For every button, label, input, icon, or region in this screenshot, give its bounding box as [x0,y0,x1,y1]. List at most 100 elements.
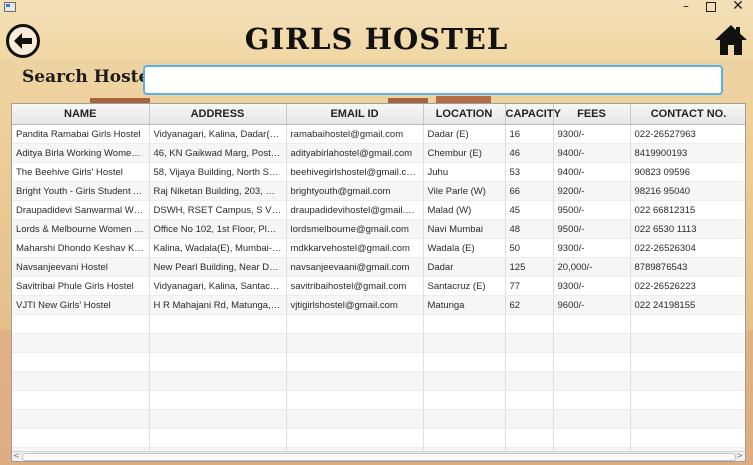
empty-cell [630,314,745,334]
empty-cell [553,314,631,334]
empty-cell [423,409,506,429]
table-row[interactable]: Aditya Birla Working Womens ... 46, KN Ga… [12,143,745,163]
cell-address: 58, Vijaya Building, North Sout... [149,162,287,182]
column-header-location[interactable]: LOCATION [423,104,506,125]
cell-fees: 20,000/- [553,257,631,277]
empty-cell [286,314,424,334]
empty-cell [149,428,287,448]
cell-name: Pandita Ramabai Girls Hostel [12,124,150,144]
cell-contact: 90823 09596 [630,162,745,182]
empty-cell [423,333,506,353]
cell-fees: 9600/- [553,295,631,315]
cell-name: Aditya Birla Working Womens ... [12,143,150,163]
empty-cell [505,390,554,410]
cell-capacity: 53 [505,162,554,182]
cell-capacity: 45 [505,200,554,220]
cell-fees: 9300/- [553,238,631,258]
cell-name: Lords & Melbourne Women H... [12,219,150,239]
cell-fees: 9400/- [553,143,631,163]
cell-fees: 9400/- [553,162,631,182]
empty-cell [286,352,424,372]
empty-cell [149,333,287,353]
cell-email: ramabaihostel@gmail.com [286,124,424,144]
table-row[interactable]: Maharshi Dhondo Keshav Karv... Kalina, Wa… [12,238,745,258]
empty-cell [12,371,150,391]
maximize-icon [706,2,716,12]
home-button[interactable] [713,22,749,58]
cell-name: Savitribai Phule Girls Hostel [12,276,150,296]
cell-contact: 98216 95040 [630,181,745,201]
cell-address: Office No 102, 1st Floor, Plot ... [149,219,287,239]
cell-address: New Pearl Building, Near Dada... [149,257,287,277]
column-header-fees[interactable]: FEES [553,104,631,125]
cell-contact: 022-26526223 [630,276,745,296]
table-row[interactable]: Draupadidevi Sanwarmal Wom... DSWH, RSET … [12,200,745,220]
cell-address: Vidyanagari, Kalina, Dadar(E), ... [149,124,287,144]
cell-capacity: 16 [505,124,554,144]
cell-capacity: 62 [505,295,554,315]
empty-cell [12,314,150,334]
table-row[interactable]: The Beehive Girls' Hostel 58, Vijaya Buil… [12,162,745,182]
empty-cell [12,428,150,448]
table-row[interactable]: Lords & Melbourne Women H... Office No 10… [12,219,745,239]
empty-cell [630,352,745,372]
empty-cell [149,390,287,410]
empty-cell [12,390,150,410]
cell-fees: 9500/- [553,200,631,220]
empty-cell [149,409,287,429]
cell-contact: 022 66812315 [630,200,745,220]
cell-email: mdkkarvehostel@gmail.com [286,238,424,258]
table-row[interactable]: Pandita Ramabai Girls Hostel Vidyanagari,… [12,124,745,144]
column-header-email[interactable]: EMAIL ID [286,104,424,125]
empty-cell [423,314,506,334]
cell-capacity: 66 [505,181,554,201]
empty-cell [423,390,506,410]
hostel-table[interactable]: NAME ADDRESS EMAIL ID LOCATION CAPACITY … [11,103,746,462]
empty-cell [630,409,745,429]
empty-cell [423,371,506,391]
table-row-empty [12,428,745,448]
cell-capacity: 125 [505,257,554,277]
column-header-address[interactable]: ADDRESS [149,104,287,125]
column-header-contact[interactable]: CONTACT NO. [630,104,745,125]
empty-cell [630,371,745,391]
table-row[interactable]: Navsanjeevani Hostel New Pearl Building, … [12,257,745,277]
window-titlebar: – ✕ [0,0,753,14]
table-row[interactable]: Savitribai Phule Girls Hostel Vidyanagari… [12,276,745,296]
empty-cell [505,428,554,448]
cell-address: DSWH, RSET Campus, S V Rd, ... [149,200,287,220]
cell-fees: 9200/- [553,181,631,201]
table-row[interactable]: VJTI New Girls' Hostel H R Mahajani Rd, M… [12,295,745,315]
column-header-capacity[interactable]: CAPACITY [505,104,561,125]
cell-email: adityabirlahostel@gmail.com [286,143,424,163]
scroll-right-icon[interactable]: > [736,451,743,460]
cell-contact: 022 24198155 [630,295,745,315]
empty-cell [505,371,554,391]
cell-location: Dadar [423,257,506,277]
empty-cell [553,371,631,391]
cell-location: Navi Mumbai [423,219,506,239]
cell-contact: 022 6530 1113 [630,219,745,239]
page-title: GIRLS HOSTEL [244,22,509,56]
close-button[interactable]: ✕ [727,0,749,14]
table-row-empty [12,390,745,410]
table-row[interactable]: Bright Youth - Girls Student Ac... Raj Ni… [12,181,745,201]
cell-contact: 022-26526304 [630,238,745,258]
minimize-button[interactable]: – [675,0,697,14]
empty-cell [149,314,287,334]
search-input[interactable] [143,65,723,95]
cell-name: Navsanjeevani Hostel [12,257,150,277]
cell-contact: 022-26527963 [630,124,745,144]
horizontal-scrollbar[interactable]: < > [12,451,745,461]
cell-address: H R Mahajani Rd, Matunga, M... [149,295,287,315]
cell-location: Wadala (E) [423,238,506,258]
table-header-row: NAME ADDRESS EMAIL ID LOCATION CAPACITY … [12,104,745,125]
cell-name: Bright Youth - Girls Student Ac... [12,181,150,201]
empty-cell [553,409,631,429]
scrollbar-thumb[interactable] [22,453,736,461]
maximize-button[interactable] [700,0,722,14]
empty-cell [149,352,287,372]
scroll-left-icon[interactable]: < [13,451,20,460]
column-header-name[interactable]: NAME [12,104,150,125]
table-row-empty [12,314,745,334]
